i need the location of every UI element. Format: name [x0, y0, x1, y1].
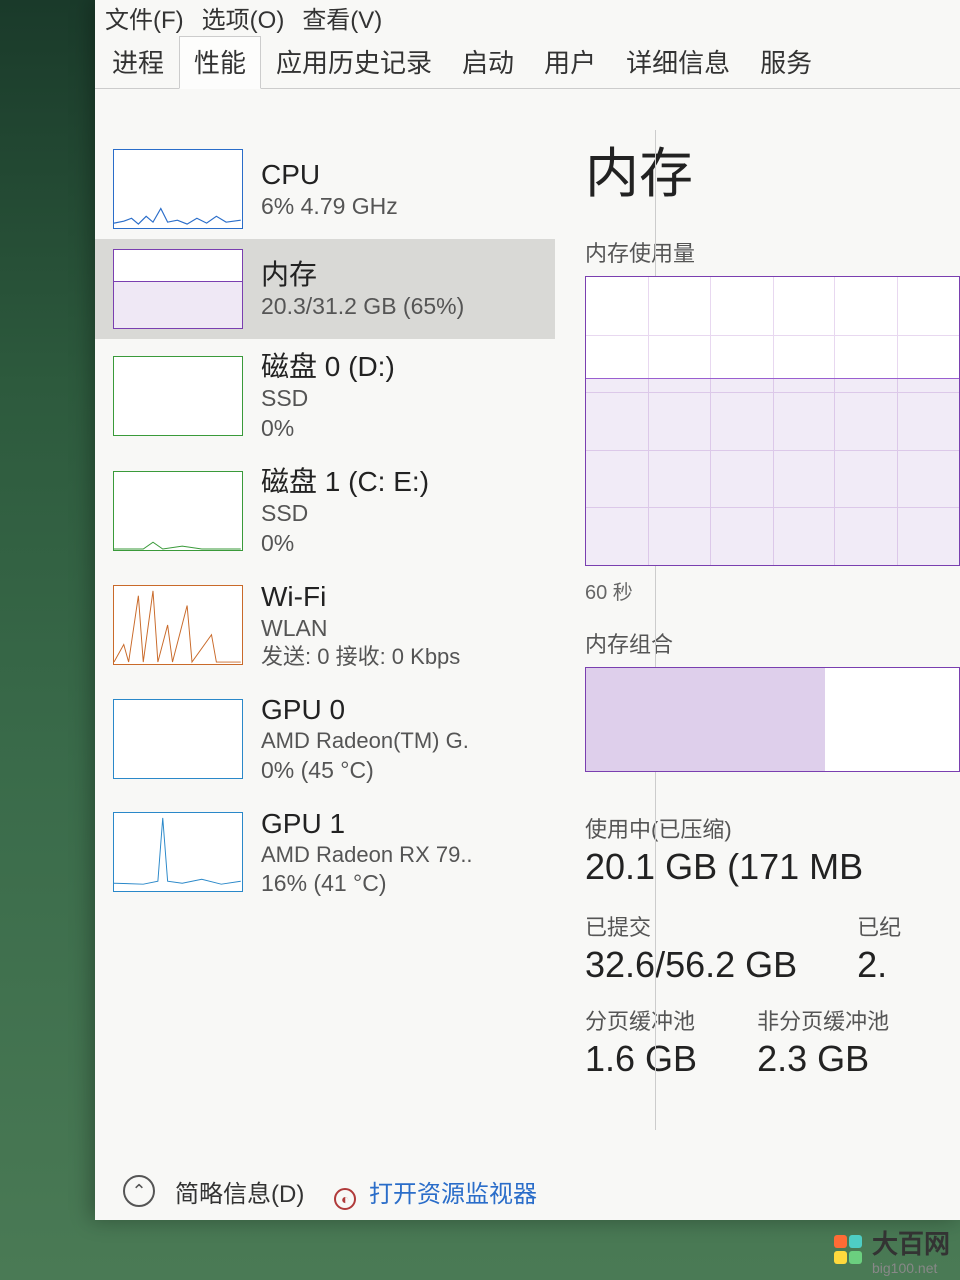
composition-label: 内存组合 [585, 627, 960, 659]
fewer-details-link[interactable]: 简略信息(D) [175, 1174, 304, 1209]
disk0-type: SSD [261, 384, 537, 414]
open-resource-monitor-link[interactable]: 打开资源监视器 [369, 1181, 537, 1208]
time-axis-label: 60 秒 [585, 576, 960, 605]
disk0-pct: 0% [261, 414, 537, 444]
cached-label: 已纪 [857, 910, 901, 942]
wifi-io: 发送: 0 接收: 0 Kbps [261, 643, 537, 672]
tab-performance[interactable]: 性能 [179, 36, 261, 89]
tab-services[interactable]: 服务 [745, 36, 827, 89]
disk0-title: 磁盘 0 (D:) [261, 349, 537, 384]
cached-value: 2. [857, 944, 901, 986]
cpu-title: CPU [261, 157, 537, 192]
gpu0-stat: 0% (45 °C) [261, 756, 537, 786]
tabbar: 进程 性能 应用历史记录 启动 用户 详细信息 服务 [95, 35, 960, 89]
sidebar-cpu[interactable]: CPU 6% 4.79 GHz [95, 139, 555, 239]
disk1-sparkline-icon [113, 471, 243, 551]
sidebar-disk0[interactable]: 磁盘 0 (D:) SSD 0% [95, 339, 555, 454]
wifi-adapter: WLAN [261, 614, 537, 644]
nonpaged-pool-label: 非分页缓冲池 [757, 1004, 889, 1036]
watermark-name: 大百网 [872, 1229, 950, 1259]
resource-monitor-icon: ◐ [334, 1188, 356, 1210]
paged-pool-label: 分页缓冲池 [585, 1004, 697, 1036]
memory-sparkline-icon [113, 249, 243, 329]
menu-view[interactable]: 查看(V) [302, 0, 382, 35]
disk1-title: 磁盘 1 (C: E:) [261, 464, 537, 499]
performance-sidebar: CPU 6% 4.79 GHz 内存 20.3/31.2 GB (65%) 磁盘… [95, 89, 555, 1219]
sidebar-memory[interactable]: 内存 20.3/31.2 GB (65%) [95, 239, 555, 339]
menu-options[interactable]: 选项(O) [202, 0, 285, 35]
tab-app-history[interactable]: 应用历史记录 [261, 36, 447, 89]
detail-title: 内存 [585, 129, 960, 208]
gpu1-name: AMD Radeon RX 79.. [261, 841, 537, 870]
memory-composition-bar [585, 667, 960, 772]
gpu1-title: GPU 1 [261, 806, 537, 841]
sidebar-wifi[interactable]: Wi-Fi WLAN 发送: 0 接收: 0 Kbps [95, 569, 555, 682]
memory-title: 内存 [261, 257, 537, 292]
gpu1-sparkline-icon [113, 812, 243, 892]
disk1-pct: 0% [261, 529, 537, 559]
usage-chart-label: 内存使用量 [585, 236, 960, 268]
tab-details[interactable]: 详细信息 [611, 36, 745, 89]
menubar: 文件(F) 选项(O) 查看(V) [95, 0, 960, 35]
memory-usage-chart [585, 276, 960, 566]
disk1-type: SSD [261, 499, 537, 529]
nonpaged-pool-value: 2.3 GB [757, 1038, 889, 1080]
paged-pool-value: 1.6 GB [585, 1038, 697, 1080]
gpu0-name: AMD Radeon(TM) G. [261, 727, 537, 756]
in-use-value: 20.1 GB (171 MB [585, 846, 960, 888]
in-use-label: 使用中(已压缩) [585, 812, 960, 844]
gpu0-sparkline-icon [113, 699, 243, 779]
disk0-sparkline-icon [113, 356, 243, 436]
memory-detail-pane: 内存 内存使用量 60 秒 内存组合 使用中(已压缩) 2 [555, 89, 960, 1219]
committed-value: 32.6/56.2 GB [585, 944, 797, 986]
tab-processes[interactable]: 进程 [97, 36, 179, 89]
chevron-up-icon[interactable]: ⌃ [123, 1175, 155, 1207]
sidebar-gpu0[interactable]: GPU 0 AMD Radeon(TM) G. 0% (45 °C) [95, 682, 555, 795]
sidebar-disk1[interactable]: 磁盘 1 (C: E:) SSD 0% [95, 454, 555, 569]
committed-label: 已提交 [585, 910, 797, 942]
memory-stats: 20.3/31.2 GB (65%) [261, 292, 537, 322]
footer-bar: ⌃ 简略信息(D) ◐ 打开资源监视器 [95, 1162, 960, 1220]
wifi-sparkline-icon [113, 585, 243, 665]
cpu-stats: 6% 4.79 GHz [261, 192, 537, 222]
menu-file[interactable]: 文件(F) [105, 0, 184, 35]
wifi-title: Wi-Fi [261, 579, 537, 614]
watermark: 大百网 big100.net [834, 1224, 950, 1275]
task-manager-window: 文件(F) 选项(O) 查看(V) 进程 性能 应用历史记录 启动 用户 详细信… [95, 0, 960, 1220]
watermark-url: big100.net [872, 1261, 950, 1275]
cpu-sparkline-icon [113, 149, 243, 229]
tab-startup[interactable]: 启动 [447, 36, 529, 89]
gpu0-title: GPU 0 [261, 692, 537, 727]
sidebar-gpu1[interactable]: GPU 1 AMD Radeon RX 79.. 16% (41 °C) [95, 796, 555, 909]
gpu1-stat: 16% (41 °C) [261, 869, 537, 899]
tab-users[interactable]: 用户 [529, 36, 611, 89]
watermark-logo-icon [834, 1235, 864, 1265]
